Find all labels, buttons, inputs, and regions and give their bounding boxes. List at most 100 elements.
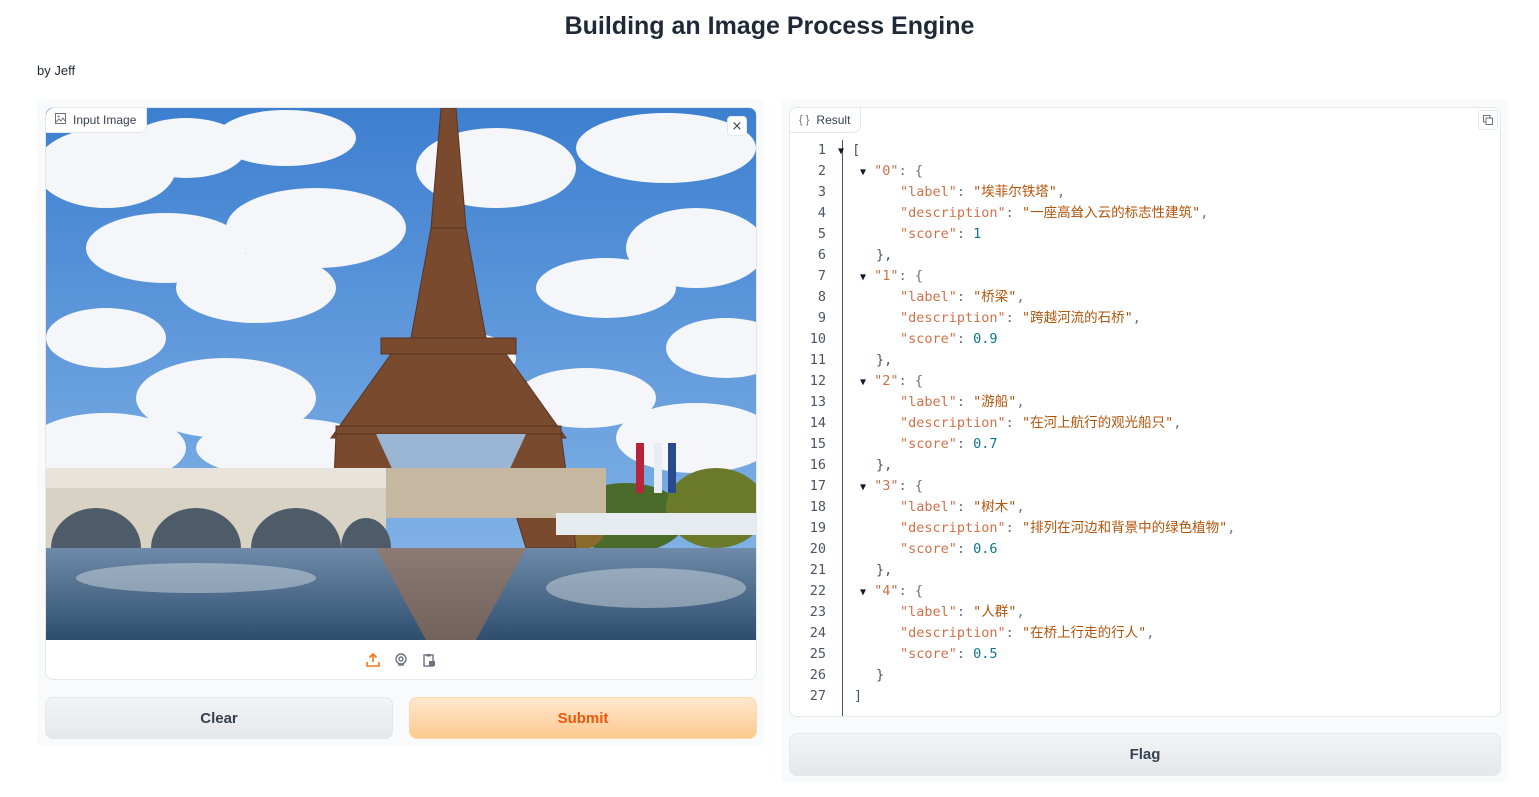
input-image[interactable]	[46, 108, 756, 640]
copy-button[interactable]	[1478, 110, 1498, 130]
json-line: 5 "score": 1	[790, 224, 1500, 245]
line-number: 12	[809, 373, 826, 389]
input-image-label: Input Image	[46, 108, 148, 133]
line-number: 8	[817, 289, 826, 305]
json-line: 23 "label": "人群",	[790, 602, 1500, 623]
collapse-icon[interactable]: ▼	[860, 587, 866, 598]
json-line-text: },	[876, 457, 893, 473]
image-source-toolbar	[46, 640, 756, 679]
line-number: 26	[809, 667, 826, 683]
page-byline: by Jeff	[37, 63, 76, 78]
json-line-text: ▼ "2": {	[860, 373, 923, 389]
line-number: 11	[809, 352, 826, 368]
webcam-icon[interactable]	[393, 652, 409, 668]
image-icon	[55, 113, 66, 127]
line-number: 2	[817, 163, 826, 179]
json-line-text: ▼ "1": {	[860, 268, 923, 284]
json-line: 24 "description": "在桥上行走的行人",	[790, 623, 1500, 644]
json-line-text: "score": 0.7	[900, 436, 998, 452]
collapse-icon[interactable]: ▼	[860, 272, 866, 283]
json-line: 21},	[790, 560, 1500, 581]
json-line: 16},	[790, 455, 1500, 476]
line-number: 14	[809, 415, 826, 431]
json-line: 3 "label": "埃菲尔铁塔",	[790, 182, 1500, 203]
line-number: 18	[809, 499, 826, 515]
json-line: 27]	[790, 686, 1500, 707]
upload-icon[interactable]	[365, 652, 381, 668]
copy-icon	[1483, 115, 1493, 125]
json-line-text: "description": "在河上航行的观光船只",	[900, 415, 1182, 431]
line-number: 24	[809, 625, 826, 641]
close-icon: ×	[731, 118, 743, 134]
json-line-text: ▼ "4": {	[860, 583, 923, 599]
submit-button[interactable]: Submit	[409, 697, 757, 739]
clipboard-icon[interactable]	[421, 652, 437, 668]
json-line-text: "score": 1	[900, 226, 982, 242]
json-line: 1 ▼ [	[790, 140, 1500, 161]
line-number: 25	[809, 646, 826, 662]
result-json-block: { } Result 1 ▼ [ 2 ▼ "0": { 3 "label": "埃菲尔铁塔…	[789, 107, 1501, 717]
json-line-text: },	[876, 247, 893, 263]
json-line-text: "score": 0.9	[900, 331, 998, 347]
line-number: 19	[809, 520, 826, 536]
input-image-block[interactable]: Input Image ×	[45, 107, 757, 680]
page-title: Building an Image Process Engine	[564, 12, 975, 40]
clear-button[interactable]: Clear	[45, 697, 393, 739]
output-panel: { } Result 1 ▼ [ 2 ▼ "0": { 3 "label": "埃菲尔铁塔…	[781, 99, 1508, 783]
json-line-text: "description": "在桥上行走的行人",	[900, 625, 1155, 641]
line-number: 23	[809, 604, 826, 620]
json-line-text: ▼ [	[838, 142, 861, 158]
line-number: 4	[817, 205, 826, 221]
json-line-text: "description": "排列在河边和背景中的绿色植物",	[900, 520, 1236, 536]
json-line: 13 "label": "游船",	[790, 392, 1500, 413]
json-line-text: "description": "跨越河流的石桥",	[900, 310, 1141, 326]
json-line: 2 ▼ "0": {	[790, 161, 1500, 182]
json-line-text: ▼ "0": {	[860, 163, 923, 179]
line-number: 13	[809, 394, 826, 410]
json-line: 6},	[790, 245, 1500, 266]
json-line: 12 ▼ "2": {	[790, 371, 1500, 392]
remove-image-button[interactable]: ×	[727, 116, 747, 136]
line-number: 1	[817, 142, 826, 158]
collapse-icon[interactable]: ▼	[860, 482, 866, 493]
collapse-icon[interactable]: ▼	[860, 377, 866, 388]
json-line: 17 ▼ "3": {	[790, 476, 1500, 497]
json-line: 8 "label": "桥梁",	[790, 287, 1500, 308]
json-line: 18 "label": "树木",	[790, 497, 1500, 518]
json-icon: { }	[799, 114, 810, 126]
line-number: 15	[809, 436, 826, 452]
json-line: 26}	[790, 665, 1500, 686]
line-number: 21	[809, 562, 826, 578]
json-line-text: "label": "人群",	[900, 604, 1025, 620]
json-line-text: "score": 0.6	[900, 541, 998, 557]
line-number: 6	[817, 247, 826, 263]
json-line: 10 "score": 0.9	[790, 329, 1500, 350]
json-line: 14 "description": "在河上航行的观光船只",	[790, 413, 1500, 434]
json-line: 4 "description": "一座高耸入云的标志性建筑",	[790, 203, 1500, 224]
json-line: 20 "score": 0.6	[790, 539, 1500, 560]
json-line-text: "label": "游船",	[900, 394, 1025, 410]
result-label-text: Result	[816, 113, 851, 127]
json-line-text: }	[876, 667, 885, 683]
flag-button[interactable]: Flag	[789, 733, 1501, 776]
collapse-icon[interactable]: ▼	[838, 146, 844, 157]
collapse-icon[interactable]: ▼	[860, 167, 866, 178]
json-line-text: "description": "一座高耸入云的标志性建筑",	[900, 205, 1209, 221]
json-line-text: },	[876, 562, 893, 578]
line-number: 5	[817, 226, 826, 242]
json-line-text: },	[876, 352, 893, 368]
line-number: 3	[817, 184, 826, 200]
json-line: 7 ▼ "1": {	[790, 266, 1500, 287]
input-image-label-text: Input Image	[73, 113, 137, 127]
line-number: 27	[809, 688, 826, 704]
json-line: 22 ▼ "4": {	[790, 581, 1500, 602]
json-line: 15 "score": 0.7	[790, 434, 1500, 455]
json-line-text: ▼ "3": {	[860, 478, 923, 494]
json-line: 19 "description": "排列在河边和背景中的绿色植物",	[790, 518, 1500, 539]
json-line-text: ]	[854, 688, 863, 704]
json-line: 11},	[790, 350, 1500, 371]
line-number: 22	[809, 583, 826, 599]
json-line: 9 "description": "跨越河流的石桥",	[790, 308, 1500, 329]
line-number: 7	[817, 268, 826, 284]
line-number: 10	[809, 331, 826, 347]
